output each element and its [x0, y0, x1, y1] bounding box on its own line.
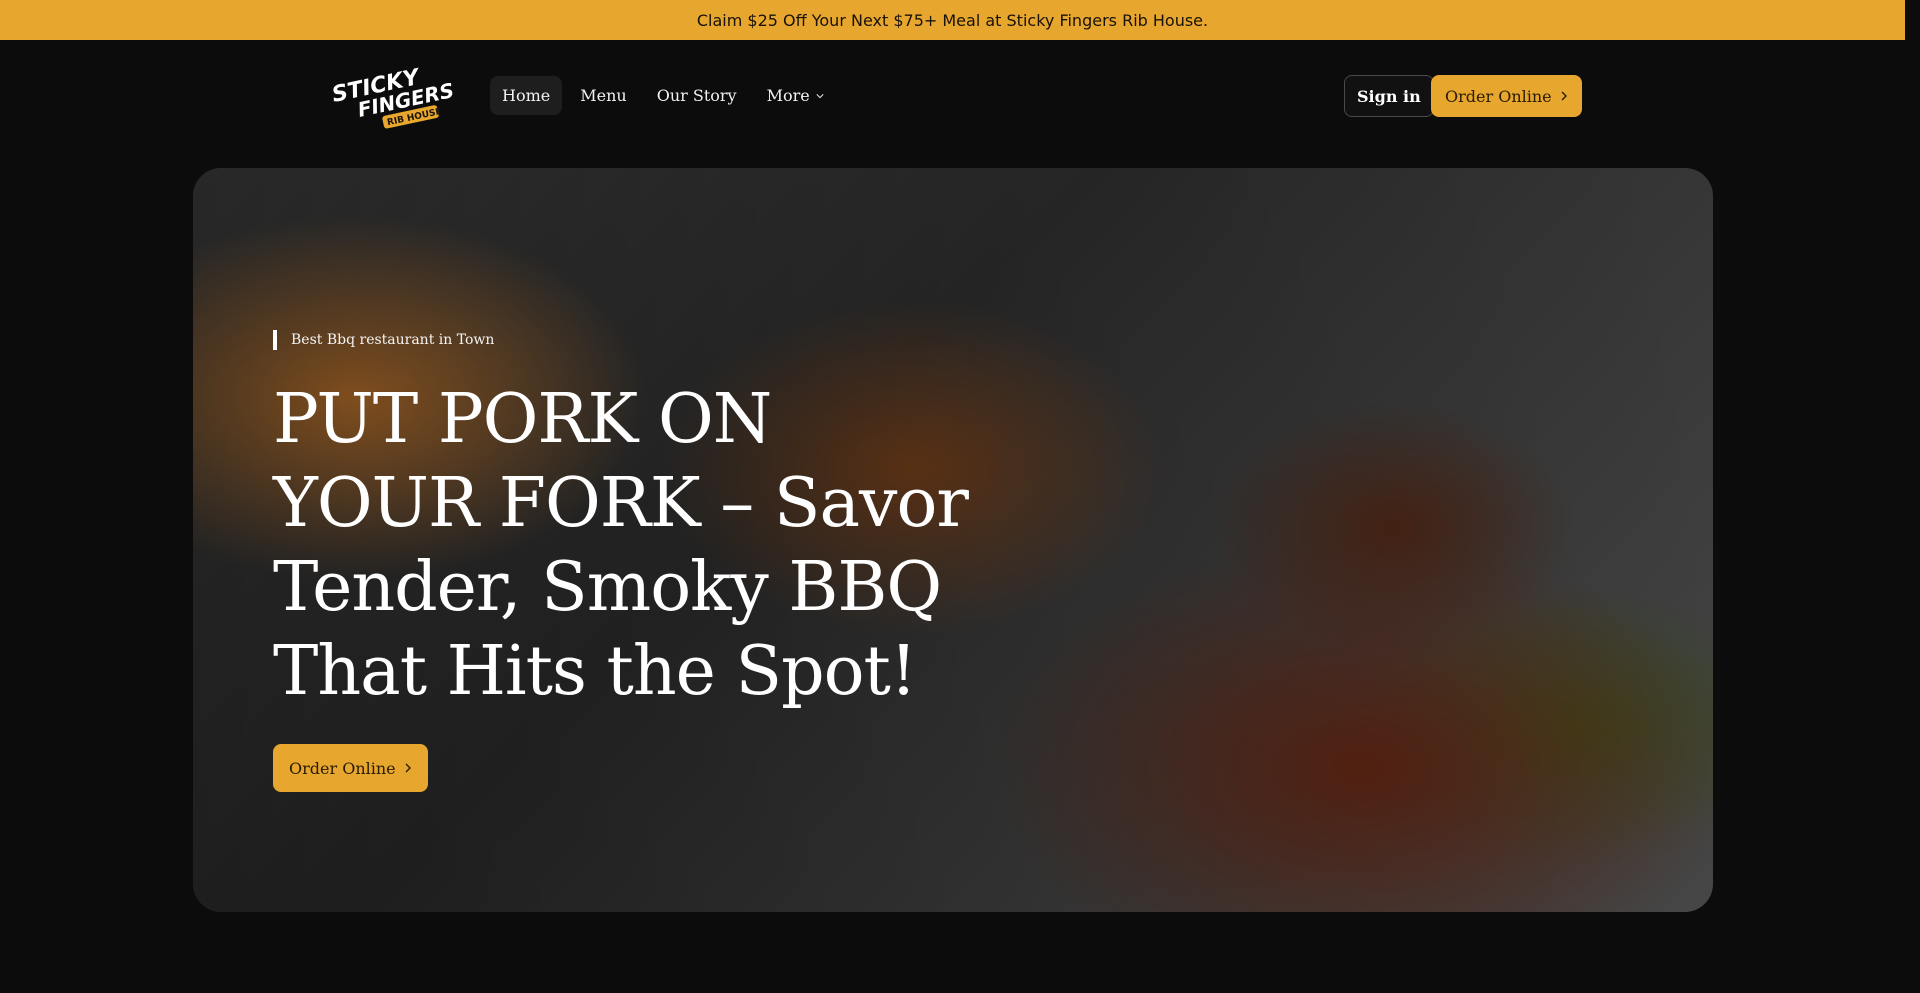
primary-nav: Home Menu Our Story More	[490, 76, 836, 115]
promo-banner[interactable]: Claim $25 Off Your Next $75+ Meal at Sti…	[0, 0, 1905, 40]
sign-in-button[interactable]: Sign in	[1344, 75, 1434, 117]
main-navbar: STICKY FINGERS RIB HOUSE Home Menu Our S…	[0, 40, 1905, 150]
chevron-down-icon	[816, 93, 824, 98]
tagline-accent-bar	[273, 330, 277, 350]
headline-line: That Hits the Spot!	[273, 632, 917, 711]
nav-menu-label: Menu	[580, 86, 627, 105]
nav-home[interactable]: Home	[490, 76, 563, 115]
nav-more-label: More	[766, 86, 810, 105]
order-online-hero-button[interactable]: Order Online	[273, 744, 428, 792]
hero-headline: PUT PORK ON YOUR FORK – Savor Tender, Sm…	[273, 378, 973, 714]
nav-more-dropdown[interactable]: More	[755, 76, 836, 115]
chevron-right-icon	[405, 763, 411, 773]
hero-content: Best Bbq restaurant in Town PUT PORK ON …	[273, 330, 973, 792]
chevron-right-icon	[1561, 91, 1567, 101]
promo-text: Claim $25 Off Your Next $75+ Meal at Sti…	[696, 10, 1209, 30]
order-online-nav-label: Order Online	[1445, 86, 1552, 106]
order-online-nav-button[interactable]: Order Online	[1431, 75, 1582, 117]
brand-logo[interactable]: STICKY FINGERS RIB HOUSE	[326, 62, 456, 132]
headline-line: PUT PORK ON	[273, 380, 772, 459]
scrollbar[interactable]	[1905, 0, 1920, 993]
tagline-text: Best Bbq restaurant in Town	[291, 332, 495, 348]
nav-our-story-label: Our Story	[656, 86, 737, 105]
hero-banner: Best Bbq restaurant in Town PUT PORK ON …	[193, 168, 1713, 912]
nav-home-label: Home	[502, 86, 551, 105]
headline-line: Tender, Smoky BBQ	[273, 548, 942, 627]
order-online-hero-label: Order Online	[289, 758, 396, 778]
nav-our-story[interactable]: Our Story	[645, 76, 749, 115]
hero-tagline: Best Bbq restaurant in Town	[273, 330, 973, 350]
nav-menu[interactable]: Menu	[568, 76, 638, 115]
headline-line: YOUR FORK – Savor	[273, 464, 969, 543]
